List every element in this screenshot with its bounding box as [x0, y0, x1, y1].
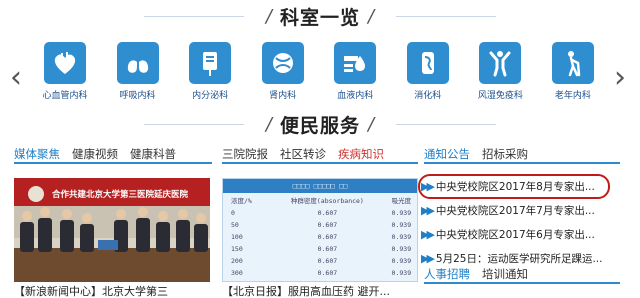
dept-label: 心血管内科: [42, 91, 88, 101]
dept-gastroenterology[interactable]: 消化科: [397, 42, 459, 104]
play-arrow-icon: ▶▶: [421, 251, 435, 265]
media-tabs: 媒体聚焦 健康视频 健康科普: [14, 146, 212, 164]
dept-respiratory[interactable]: 呼吸内科: [107, 42, 169, 104]
bottom-notice-tabs: 人事招聘 培训通知: [424, 266, 620, 284]
tab-media-focus[interactable]: 媒体聚焦: [14, 146, 60, 162]
banner-text: 合作共建北京大学第三医院延庆医院: [51, 189, 189, 200]
list-item[interactable]: ▶▶ 中央党校院区2017年6月专家出...: [421, 222, 621, 246]
table-cell: 150: [231, 245, 243, 253]
title-divider-right: [396, 15, 497, 17]
notice-text: 中央党校院区2017年6月专家出...: [435, 228, 595, 241]
person-arms-icon: [479, 42, 522, 84]
table-cell: 0.939: [391, 233, 412, 241]
stomach-icon: [406, 42, 449, 84]
table-cell: 0: [231, 209, 235, 217]
table-cell: 50: [231, 221, 239, 229]
dept-label: 呼吸内科: [119, 91, 156, 101]
table-cell: 0.939: [391, 209, 412, 217]
dept-label: 风湿免疫科: [477, 91, 523, 101]
table-cell: 0.607: [317, 245, 338, 253]
elderly-cane-icon: [551, 42, 594, 84]
notice-tabs: 通知公告 招标采购: [424, 146, 620, 164]
table-header-bar: □□□□ □□□□□ □□: [223, 179, 417, 193]
table-cell: 0.607: [317, 221, 338, 229]
highlight-circle-annotation: [418, 174, 610, 199]
blood-drop-icon: [334, 42, 377, 84]
table-cell: 0.607: [317, 257, 338, 265]
departments-carousel: 心血管内科 呼吸内科 内分泌科 肾内科 血液内科 消化科 风湿免疫科 老年内科: [34, 42, 604, 104]
tab-community-referral[interactable]: 社区转诊: [280, 146, 326, 162]
lungs-icon: [116, 42, 159, 84]
table-cell: 0.939: [391, 269, 412, 277]
report-tabs: 三院院报 社区转诊 疾病知识: [222, 146, 418, 164]
dept-nephrology[interactable]: 肾内科: [252, 42, 314, 104]
departments-title-text: 科室一览: [279, 6, 360, 29]
iv-bag-icon: [189, 42, 232, 84]
table-cell: 0.939: [391, 257, 412, 265]
table-cell: 0.607: [317, 233, 338, 241]
tab-disease-knowledge[interactable]: 疾病知识: [338, 146, 384, 162]
tab-health-science[interactable]: 健康科普: [130, 146, 176, 162]
departments-section-title: / 科室一览 /: [0, 2, 640, 30]
tab-hospital-report[interactable]: 三院院报: [222, 146, 268, 162]
dept-geriatrics[interactable]: 老年内科: [542, 42, 604, 104]
play-arrow-icon: ▶▶: [421, 203, 435, 217]
services-title-text: 便民服务: [279, 114, 360, 137]
table-cell: 0.607: [317, 269, 338, 277]
carousel-prev-arrow[interactable]: ‹: [10, 60, 22, 95]
report-image[interactable]: □□□□ □□□□□ □□ 浓度/% 种群密度(absorbance) 吸光度 …: [222, 178, 418, 282]
dept-label: 老年内科: [554, 91, 591, 101]
tab-procurement[interactable]: 招标采购: [482, 146, 528, 162]
table-cell: 0.939: [391, 221, 412, 229]
title-slash-right: /: [368, 113, 375, 135]
title-divider-right: [396, 123, 497, 125]
title-slash-left: /: [265, 113, 272, 135]
kidney-icon: [261, 42, 304, 84]
carousel-next-arrow[interactable]: ›: [614, 60, 626, 95]
tab-recruitment[interactable]: 人事招聘: [424, 266, 470, 282]
table-cell: 0.607: [317, 209, 338, 217]
media-column: 媒体聚焦 健康视频 健康科普 合作共建北京大学第三医院延庆医院: [14, 146, 212, 298]
news-photo[interactable]: 合作共建北京大学第三医院延庆医院: [14, 178, 210, 282]
media-caption[interactable]: 【新浪新闻中心】北京大学第三: [14, 283, 214, 298]
dept-rheumatology[interactable]: 风湿免疫科: [469, 42, 531, 104]
table-cell: 100: [231, 233, 243, 241]
tab-health-video[interactable]: 健康视频: [72, 146, 118, 162]
table-col-header: 浓度/%: [231, 197, 252, 205]
dept-label: 内分泌科: [192, 91, 229, 101]
dept-label: 消化科: [414, 91, 442, 101]
dept-cardiology[interactable]: 心血管内科: [34, 42, 96, 104]
list-item[interactable]: ▶▶ 中央党校院区2017年7月专家出...: [421, 198, 621, 222]
dept-label: 肾内科: [269, 91, 297, 101]
play-arrow-icon: ▶▶: [421, 227, 435, 241]
tab-announcements[interactable]: 通知公告: [424, 146, 470, 162]
title-divider-left: [143, 123, 244, 125]
notice-text: 中央党校院区2017年7月专家出...: [435, 204, 595, 217]
dept-hematology[interactable]: 血液内科: [324, 42, 386, 104]
services-section-title: / 便民服务 /: [0, 110, 640, 138]
title-slash-right: /: [368, 5, 375, 27]
table-cell: 0.939: [391, 245, 412, 253]
report-caption[interactable]: 【北京日报】服用高血压药 避开...: [222, 283, 418, 298]
table-cell: 200: [231, 257, 243, 265]
title-slash-left: /: [265, 5, 272, 27]
data-table: 浓度/% 种群密度(absorbance) 吸光度 0 0.607 0.939 50…: [223, 193, 417, 279]
dept-endocrinology[interactable]: 内分泌科: [179, 42, 241, 104]
tab-training-notice[interactable]: 培训通知: [482, 266, 528, 282]
report-column: 三院院报 社区转诊 疾病知识 □□□□ □□□□□ □□ 浓度/% 种群密度(a…: [222, 146, 418, 298]
table-col-header: 吸光度: [391, 197, 412, 205]
dept-label: 血液内科: [337, 91, 374, 101]
table-col-header: 种群密度(absorbance): [290, 197, 364, 205]
title-divider-left: [143, 15, 244, 17]
table-cell: 300: [231, 269, 243, 277]
heart-icon: [44, 42, 86, 84]
notice-text: 5月25日：运动医学研究所足踝运...: [435, 252, 603, 265]
